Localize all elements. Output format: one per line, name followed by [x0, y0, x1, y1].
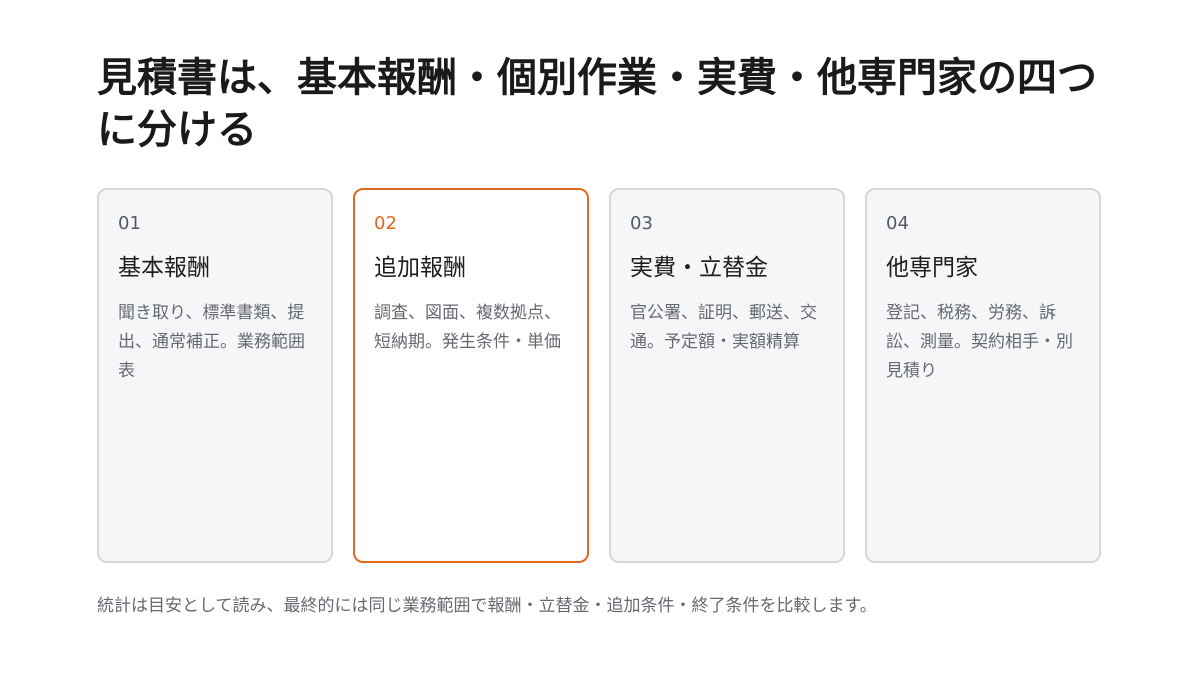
card-description: 登記、税務、労務、訴訟、測量。契約相手・別見積り: [886, 303, 1073, 381]
card-number: 01: [118, 213, 141, 234]
card-description: 聞き取り、標準書類、提出、通常補正。業務範囲表: [118, 303, 305, 381]
card-title: 基本報酬: [118, 255, 210, 281]
card-number: 04: [886, 213, 909, 234]
category-card-additional-fee: 02 追加報酬 調査、図面、複数拠点、短納期。発生条件・単価: [353, 188, 589, 563]
category-card-base-fee: 01 基本報酬 聞き取り、標準書類、提出、通常補正。業務範囲表: [97, 188, 333, 563]
footnote: 統計は目安として読み、最終的には同じ業務範囲で報酬・立替金・追加条件・終了条件を…: [97, 596, 877, 616]
card-description: 官公署、証明、郵送、交通。予定額・実額精算: [630, 303, 817, 352]
card-title: 他専門家: [886, 255, 978, 281]
card-number: 02: [374, 213, 397, 234]
card-title: 追加報酬: [374, 255, 466, 281]
page-title: 見積書は、基本報酬・個別作業・実費・他専門家の四つに分ける: [97, 55, 1097, 153]
category-card-other-specialists: 04 他専門家 登記、税務、労務、訴訟、測量。契約相手・別見積り: [865, 188, 1101, 563]
card-description: 調査、図面、複数拠点、短納期。発生条件・単価: [374, 303, 561, 352]
card-title: 実費・立替金: [630, 255, 768, 281]
card-number: 03: [630, 213, 653, 234]
category-card-expenses: 03 実費・立替金 官公署、証明、郵送、交通。予定額・実額精算: [609, 188, 845, 563]
estimate-categories: 01 基本報酬 聞き取り、標準書類、提出、通常補正。業務範囲表 02 追加報酬 …: [97, 188, 1103, 563]
